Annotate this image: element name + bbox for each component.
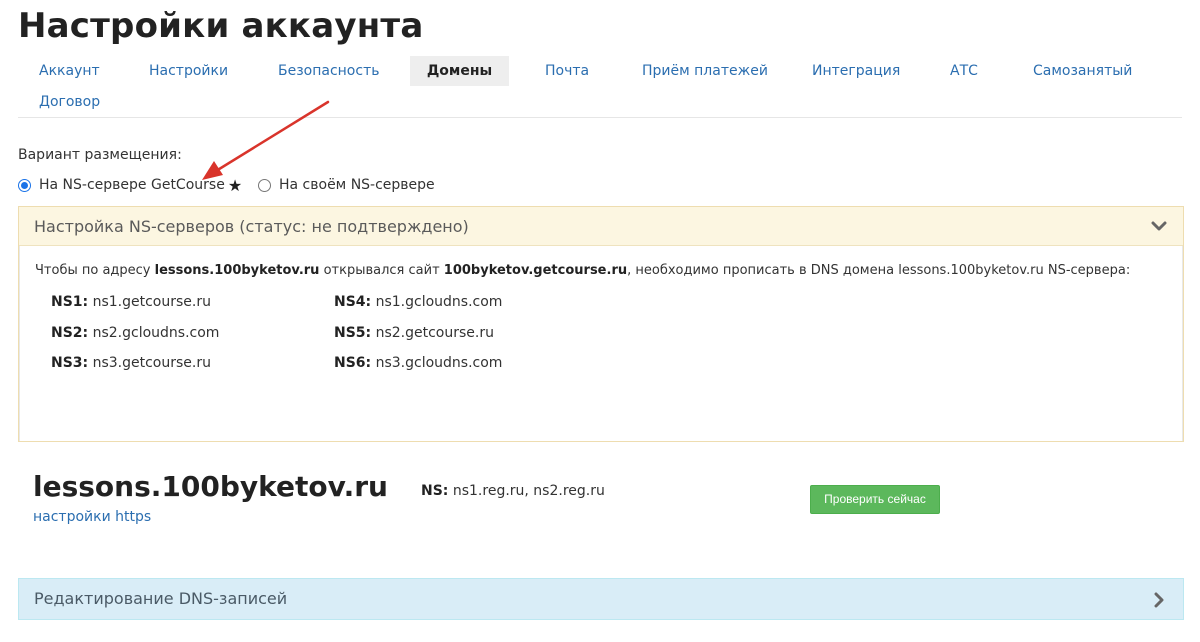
chevron-right-icon[interactable] — [1153, 592, 1165, 608]
placement-label: Вариант размещения: — [18, 147, 182, 163]
tab-contract[interactable]: Договор — [18, 87, 121, 117]
ns-settings-panel-title: Настройка NS-серверов (статус: не подтве… — [34, 217, 469, 236]
ns-instructions-text: Чтобы по адресу — [35, 263, 155, 278]
chevron-down-icon[interactable] — [1151, 219, 1167, 233]
red-arrow-icon — [202, 100, 330, 180]
ns-settings-panel: Настройка NS-серверов (статус: не подтве… — [18, 206, 1184, 442]
ns-server-item: NS2: ns2.gcloudns.com — [51, 325, 219, 341]
ns-server-value: ns1.getcourse.ru — [92, 294, 211, 310]
ns-server-item: NS6: ns3.gcloudns.com — [334, 355, 502, 371]
tab-settings[interactable]: Настройки — [128, 56, 249, 86]
ns-server-label: NS1: — [51, 294, 89, 310]
ns-server-value: ns2.gcloudns.com — [92, 325, 220, 341]
ns-instructions-text: , необходимо прописать в DNS домена less… — [627, 263, 1131, 278]
domain-name: lessons.100byketov.ru — [33, 470, 388, 503]
tab-payments[interactable]: Приём платежей — [621, 56, 789, 86]
ns-server-item: NS1: ns1.getcourse.ru — [51, 294, 211, 310]
ns-server-label: NS4: — [334, 294, 372, 310]
radio-button-checked[interactable] — [18, 178, 31, 192]
tab-mail[interactable]: Почта — [524, 56, 610, 86]
tab-domains[interactable]: Домены — [410, 56, 509, 86]
ns-server-label: NS2: — [51, 325, 89, 341]
tab-integration[interactable]: Интеграция — [791, 56, 921, 86]
ns-instructions: Чтобы по адресу lessons.100byketov.ru от… — [35, 263, 1130, 278]
ns-server-value: ns3.gcloudns.com — [375, 355, 503, 371]
tab-ats[interactable]: АТС — [929, 56, 999, 86]
domain-ns-value: ns1.reg.ru, ns2.reg.ru — [452, 483, 605, 499]
ns-server-value: ns1.gcloudns.com — [375, 294, 503, 310]
check-now-button[interactable]: Проверить сейчас — [810, 485, 940, 514]
dns-records-panel-title: Редактирование DNS-записей — [34, 589, 288, 608]
ns-server-label: NS5: — [334, 325, 372, 341]
tab-security[interactable]: Безопасность — [257, 56, 400, 86]
ns-instructions-text: открывался сайт — [319, 263, 444, 278]
ns-server-item: NS5: ns2.getcourse.ru — [334, 325, 494, 341]
page-title: Настройки аккаунта — [18, 6, 424, 46]
ns-server-value: ns3.getcourse.ru — [92, 355, 211, 371]
ns-settings-panel-body: Чтобы по адресу lessons.100byketov.ru от… — [19, 246, 1183, 441]
ns-server-item: NS3: ns3.getcourse.ru — [51, 355, 211, 371]
dns-records-panel[interactable]: Редактирование DNS-записей — [18, 578, 1184, 620]
https-settings-link[interactable]: настройки https — [33, 509, 151, 525]
tab-self-employed[interactable]: Самозанятый — [1012, 56, 1153, 86]
tab-account[interactable]: Аккаунт — [18, 56, 121, 86]
ns-instructions-site: 100byketov.getcourse.ru — [443, 263, 628, 278]
ns-instructions-domain: lessons.100byketov.ru — [154, 263, 320, 278]
domain-ns-label: NS: — [421, 483, 449, 499]
domain-ns-info: NS: ns1.reg.ru, ns2.reg.ru — [421, 483, 605, 499]
ns-server-item: NS4: ns1.gcloudns.com — [334, 294, 502, 310]
ns-settings-panel-header[interactable]: Настройка NS-серверов (статус: не подтве… — [19, 207, 1183, 246]
ns-server-label: NS3: — [51, 355, 89, 371]
ns-server-value: ns2.getcourse.ru — [375, 325, 494, 341]
ns-server-label: NS6: — [334, 355, 372, 371]
